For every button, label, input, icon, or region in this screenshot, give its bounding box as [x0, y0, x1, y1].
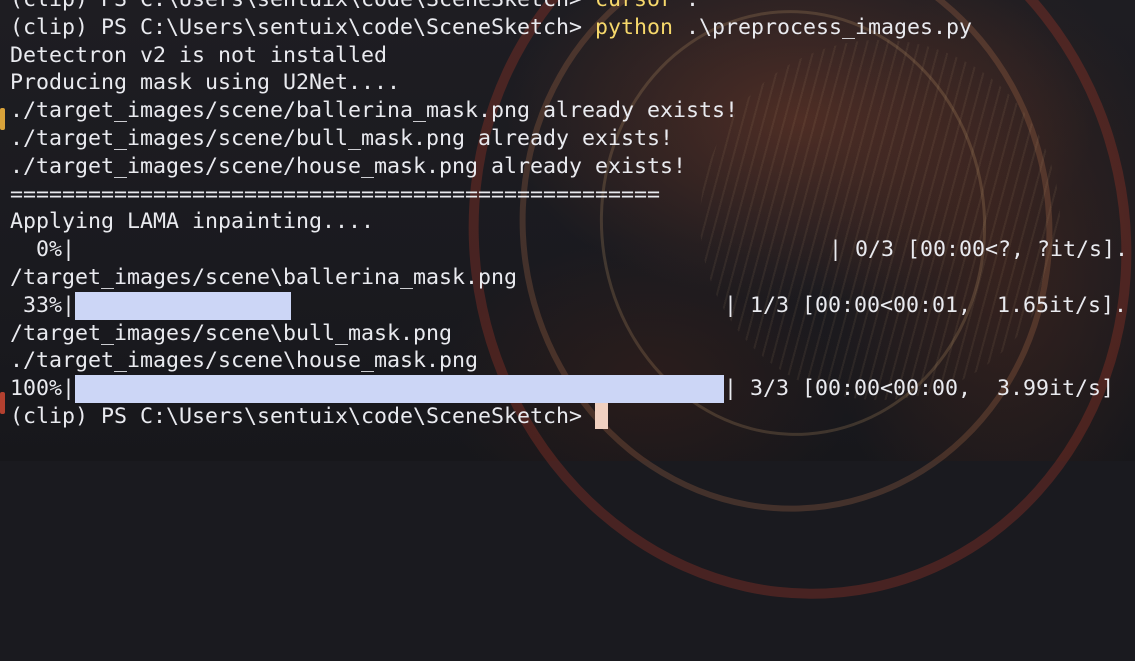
terminal-output-line: Producing mask using U2Net....: [10, 70, 401, 96]
terminal-output-line: ./target_images/scene/bull_mask.png alre…: [10, 125, 674, 151]
scroll-marker: [0, 108, 5, 130]
progress-stats: | 0/3 [00:00<?, ?it/s].: [829, 237, 1129, 263]
progress-stats: | 1/3 [00:00<00:01, 1.65it/s].: [724, 292, 1128, 318]
progress-percent: 0%|: [10, 237, 76, 263]
terminal-output-line: ./target_images/scene/ballerina_mask.png…: [10, 98, 739, 124]
progress-bar: [75, 291, 292, 320]
terminal-output-line: ./target_images/scene\house_mask.png: [10, 348, 479, 374]
command-args: .: [673, 0, 699, 12]
progress-bar: [75, 375, 725, 404]
terminal-output-line: Detectron v2 is not installed: [10, 42, 388, 68]
terminal-output-line: /target_images/scene\ballerina_mask.png: [10, 264, 518, 290]
prompt-text: (clip) PS C:\Users\sentuix\code\SceneSke…: [10, 14, 596, 40]
separator-line: ========================================…: [10, 181, 661, 207]
progress-line-1: 33%| | 1/3 [00:00<00:01, 1.65it/s].: [10, 291, 1135, 320]
terminal-line-run-command: (clip) PS C:\Users\sentuix\code\SceneSke…: [10, 14, 1135, 42]
progress-percent: 33%|: [10, 292, 76, 318]
terminal-output[interactable]: (clip) PS C:\Users\sentuix\code\SceneSke…: [10, 0, 1135, 431]
terminal-output-line: /target_images/scene\bull_mask.png: [10, 320, 453, 346]
prompt-text: (clip) PS C:\Users\sentuix\code\SceneSke…: [10, 403, 583, 429]
progress-stats: | 3/3 [00:00<00:00, 3.99it/s]: [724, 376, 1115, 402]
progress-line-2: 100%| | 3/3 [00:00<00:00, 3.99it/s]: [10, 375, 1135, 404]
block-cursor-icon: [595, 402, 609, 429]
progress-percent: 100%|: [10, 376, 76, 402]
command-args: .\preprocess_images.py: [673, 14, 973, 40]
terminal-output-line: ./target_images/scene/house_mask.png alr…: [10, 153, 687, 179]
terminal-line-previous-command: (clip) PS C:\Users\sentuix\code\SceneSke…: [10, 0, 1135, 14]
progress-line-0: 0%| | 0/3 [00:00<?, ?it/s].: [10, 236, 1135, 264]
prompt-text: (clip) PS C:\Users\sentuix\code\SceneSke…: [10, 0, 595, 12]
terminal-output-line: Applying LAMA inpainting....: [10, 209, 375, 235]
scroll-marker: [0, 392, 5, 414]
terminal-prompt-line[interactable]: (clip) PS C:\Users\sentuix\code\SceneSke…: [10, 402, 1135, 431]
command-text: cursor: [595, 0, 673, 12]
command-text: python: [595, 14, 674, 40]
